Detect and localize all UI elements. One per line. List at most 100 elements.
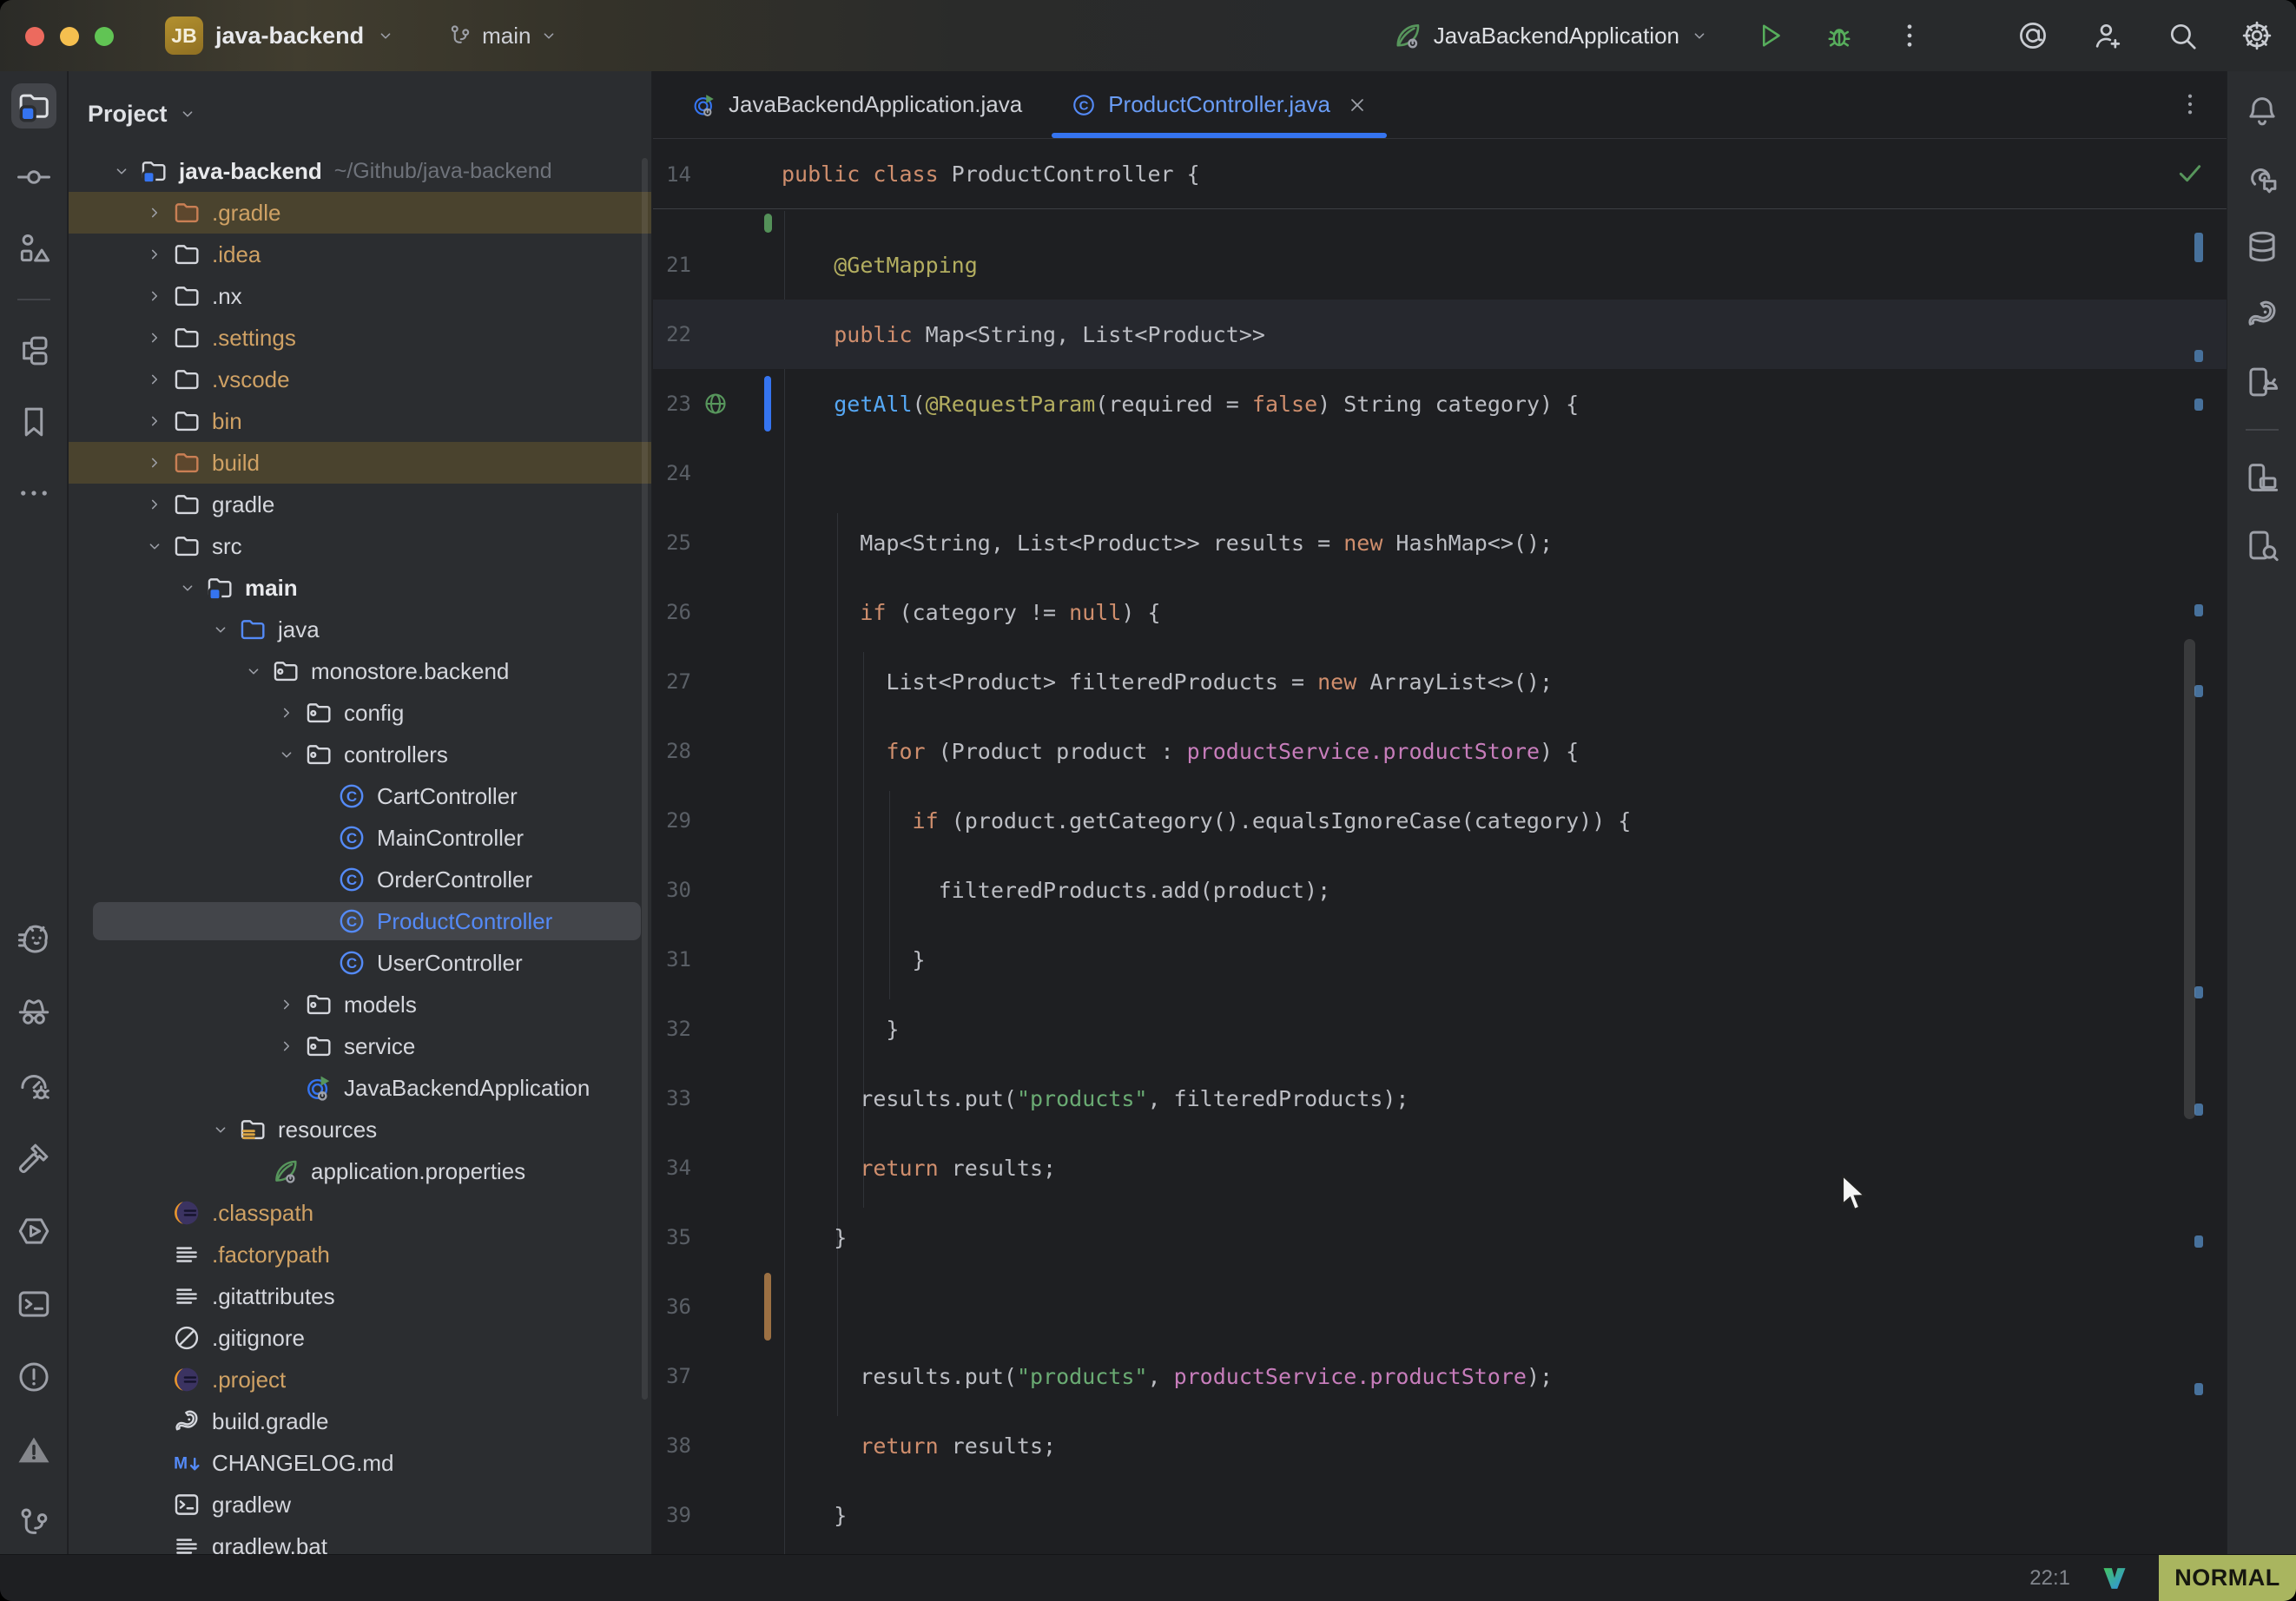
- code-line[interactable]: 23 getAll(@RequestParam(required = false…: [653, 369, 2227, 438]
- code-line[interactable]: 26 if (category != null) {: [653, 577, 2227, 647]
- close-window-button[interactable]: [25, 27, 44, 46]
- code-line[interactable]: 27 List<Product> filteredProducts = new …: [653, 647, 2227, 716]
- chevron-expanded-icon[interactable]: [137, 537, 172, 556]
- code-text[interactable]: public Map<String, List<Product>>: [782, 322, 1265, 347]
- tree-item-CartController[interactable]: CCartController: [69, 775, 651, 817]
- code-text[interactable]: if (product.getCategory().equalsIgnoreCa…: [782, 808, 1631, 833]
- tree-item-gradlew.bat[interactable]: gradlew.bat: [69, 1525, 651, 1554]
- chevron-collapsed-icon[interactable]: [137, 412, 172, 431]
- more-icon[interactable]: [11, 471, 56, 516]
- code-text[interactable]: }: [782, 1017, 899, 1042]
- line-number[interactable]: 23: [653, 392, 691, 416]
- error-stripe-mark[interactable]: [2194, 350, 2203, 362]
- code-line[interactable]: 31 }: [653, 925, 2227, 994]
- settings-icon[interactable]: [2240, 19, 2273, 52]
- tree-item-main[interactable]: main: [69, 567, 651, 609]
- tab-productcontroller[interactable]: C ProductController.java: [1046, 71, 1392, 138]
- code-line[interactable]: 39 }: [653, 1480, 2227, 1550]
- code-text[interactable]: List<Product> filteredProducts = new Arr…: [782, 669, 1553, 695]
- layout-inspector-icon[interactable]: [2240, 523, 2285, 568]
- chevron-expanded-icon[interactable]: [104, 161, 139, 181]
- commit-icon[interactable]: [11, 155, 56, 200]
- code-text[interactable]: @GetMapping: [782, 253, 978, 278]
- chevron-expanded-icon[interactable]: [236, 662, 271, 681]
- code-line[interactable]: 33 results.put("products", filteredProdu…: [653, 1064, 2227, 1133]
- tree-item-.vscode[interactable]: .vscode: [69, 359, 651, 400]
- tree-item-service[interactable]: service: [69, 1025, 651, 1067]
- code-editor[interactable]: 14public class ProductController { 21 @Ge…: [653, 140, 2227, 1554]
- code-text[interactable]: public class ProductController {: [782, 161, 1200, 187]
- vim-v-icon[interactable]: [2101, 1565, 2128, 1591]
- tree-item-build.gradle[interactable]: build.gradle: [69, 1400, 651, 1442]
- chevron-collapsed-icon[interactable]: [137, 370, 172, 389]
- code-line[interactable]: 28 for (Product product : productService…: [653, 716, 2227, 786]
- error-stripe-mark[interactable]: [2194, 685, 2203, 697]
- line-number[interactable]: 28: [653, 739, 691, 763]
- code-text[interactable]: filteredProducts.add(product);: [782, 878, 1330, 903]
- sticky-code-line[interactable]: 14public class ProductController {: [653, 140, 2227, 209]
- error-stripe-mark[interactable]: [2194, 399, 2203, 411]
- chevron-collapsed-icon[interactable]: [137, 495, 172, 514]
- tree-item-.gitignore[interactable]: .gitignore: [69, 1317, 651, 1359]
- bookmarks-icon[interactable]: [11, 399, 56, 445]
- code-text[interactable]: for (Product product : productService.pr…: [782, 739, 1579, 764]
- chevron-collapsed-icon[interactable]: [137, 328, 172, 347]
- tree-item-.settings[interactable]: .settings: [69, 317, 651, 359]
- code-line[interactable]: 21 @GetMapping: [653, 230, 2227, 300]
- zoom-window-button[interactable]: [95, 27, 114, 46]
- add-user-icon[interactable]: [2091, 19, 2124, 52]
- tree-item-models[interactable]: models: [69, 984, 651, 1025]
- branch-selector[interactable]: main: [447, 23, 558, 49]
- code-line[interactable]: 34 return results;: [653, 1133, 2227, 1202]
- tree-item-java[interactable]: java: [69, 609, 651, 650]
- tree-item-bin[interactable]: bin: [69, 400, 651, 442]
- ai-assistant-icon[interactable]: [2016, 19, 2049, 52]
- tree-item-.classpath[interactable]: .classpath: [69, 1192, 651, 1234]
- tree-item-.idea[interactable]: .idea: [69, 234, 651, 275]
- vim-mode-badge[interactable]: NORMAL: [2159, 1555, 2296, 1601]
- error-stripe-mark[interactable]: [2194, 1383, 2203, 1395]
- code-line[interactable]: 38 return results;: [653, 1411, 2227, 1480]
- structure-icon[interactable]: [11, 226, 56, 271]
- tree-item-application.properties[interactable]: application.properties: [69, 1150, 651, 1192]
- code-text[interactable]: return results;: [782, 1156, 1056, 1181]
- line-number[interactable]: 38: [653, 1433, 691, 1458]
- line-number[interactable]: 34: [653, 1156, 691, 1180]
- problems-icon[interactable]: [11, 1354, 56, 1400]
- code-text[interactable]: Map<String, List<Product>> results = new…: [782, 530, 1553, 556]
- line-number[interactable]: 26: [653, 600, 691, 624]
- tree-item-build[interactable]: build: [69, 442, 651, 484]
- code-line[interactable]: 22 public Map<String, List<Product>>: [653, 300, 2227, 369]
- running-devices-icon[interactable]: [2240, 455, 2285, 500]
- code-line[interactable]: 30 filteredProducts.add(product);: [653, 855, 2227, 925]
- chevron-collapsed-icon[interactable]: [137, 453, 172, 472]
- tree-item-config[interactable]: config: [69, 692, 651, 734]
- tree-item-gradle[interactable]: gradle: [69, 484, 651, 525]
- project-panel-title[interactable]: Project: [88, 101, 168, 128]
- code-text[interactable]: results.put("products", filteredProducts…: [782, 1086, 1409, 1111]
- caret-position[interactable]: 22:1: [2029, 1566, 2070, 1591]
- gradle-icon[interactable]: [2240, 292, 2285, 337]
- line-number[interactable]: 25: [653, 530, 691, 555]
- search-icon[interactable]: [2166, 19, 2199, 52]
- line-number[interactable]: 31: [653, 947, 691, 972]
- warning-icon[interactable]: [11, 1427, 56, 1473]
- debug-button[interactable]: [1824, 20, 1855, 51]
- close-tab-icon[interactable]: [1347, 95, 1368, 115]
- project-folder-icon[interactable]: [11, 83, 56, 128]
- tree-item-monostore.backend[interactable]: monostore.backend: [69, 650, 651, 692]
- tree-item-src[interactable]: src: [69, 525, 651, 567]
- chevron-expanded-icon[interactable]: [203, 1120, 238, 1139]
- tree-item-resources[interactable]: resources: [69, 1109, 651, 1150]
- tree-item-.factorypath[interactable]: .factorypath: [69, 1234, 651, 1275]
- minimize-window-button[interactable]: [60, 27, 79, 46]
- error-stripe-mark[interactable]: [2194, 1104, 2203, 1116]
- code-line[interactable]: 24: [653, 438, 2227, 508]
- terminal-icon[interactable]: [11, 1281, 56, 1327]
- code-line[interactable]: 25 Map<String, List<Product>> results = …: [653, 508, 2227, 577]
- line-number[interactable]: 30: [653, 878, 691, 902]
- line-number[interactable]: 29: [653, 808, 691, 833]
- code-line[interactable]: 32 }: [653, 994, 2227, 1064]
- chevron-collapsed-icon[interactable]: [137, 203, 172, 222]
- line-number[interactable]: 27: [653, 669, 691, 694]
